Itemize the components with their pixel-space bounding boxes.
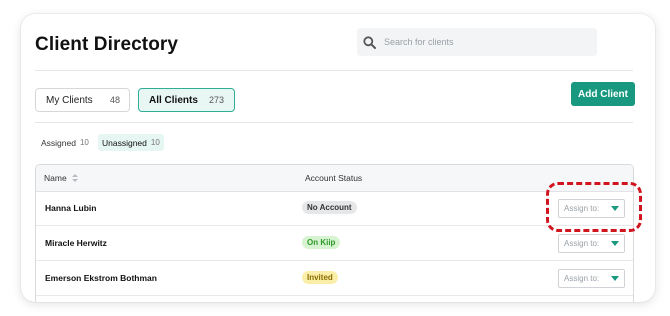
assign-placeholder: Assign to: [564,274,600,283]
filter-count: 10 [150,138,160,147]
segment-my-clients[interactable]: My Clients 48 [35,88,130,112]
assign-placeholder: Assign to: [564,239,600,248]
filter-count: 10 [79,138,89,147]
table-header: Name Account Status [36,165,633,192]
clients-table: Name Account Status Hanna Lubin No Accou… [35,164,634,302]
header-divider [35,70,633,71]
search-icon [363,35,376,49]
table-row: Hanna Lubin No Account Assign to: [36,191,633,226]
assign-dropdown[interactable]: Assign to: [558,234,625,253]
add-client-button[interactable]: Add Client [571,82,635,106]
segment-count: 48 [109,95,120,105]
chevron-down-icon [611,275,619,281]
client-name[interactable]: Emerson Ekstrom Bothman [45,273,157,283]
search-input[interactable] [382,36,586,48]
search-box[interactable] [357,28,597,56]
table-row: Miracle Herwitz On Kiip Assign to: [36,226,633,261]
page-title: Client Directory [35,34,179,55]
assign-dropdown[interactable]: Assign to: [558,269,625,288]
table-row: Emerson Ekstrom Bothman Invited Assign t… [36,261,633,296]
client-name[interactable]: Miracle Herwitz [45,238,107,248]
segment-label: All Clients [149,94,198,106]
chevron-down-icon [611,240,619,246]
annotation-highlight [546,182,642,232]
status-badge: Invited [302,271,338,284]
status-badge: On Kiip [302,236,341,249]
column-header-account-status: Account Status [305,173,363,183]
client-directory-card: Client Directory My Clients 48 All Clien… [21,14,655,302]
segment-all-clients[interactable]: All Clients 273 [138,88,235,112]
segment-label: My Clients [46,94,93,106]
toolbar-divider [35,122,633,123]
status-badge: No Account [302,201,357,214]
column-header-name[interactable]: Name [44,173,79,183]
filter-unassigned[interactable]: Unassigned 10 [98,134,164,151]
filter-label: Assigned [41,137,76,148]
client-name[interactable]: Hanna Lubin [45,203,96,213]
sort-icon[interactable] [71,173,79,183]
segment-count: 273 [208,95,224,105]
filter-assigned[interactable]: Assigned 10 [37,134,93,151]
filter-label: Unassigned [102,137,147,148]
